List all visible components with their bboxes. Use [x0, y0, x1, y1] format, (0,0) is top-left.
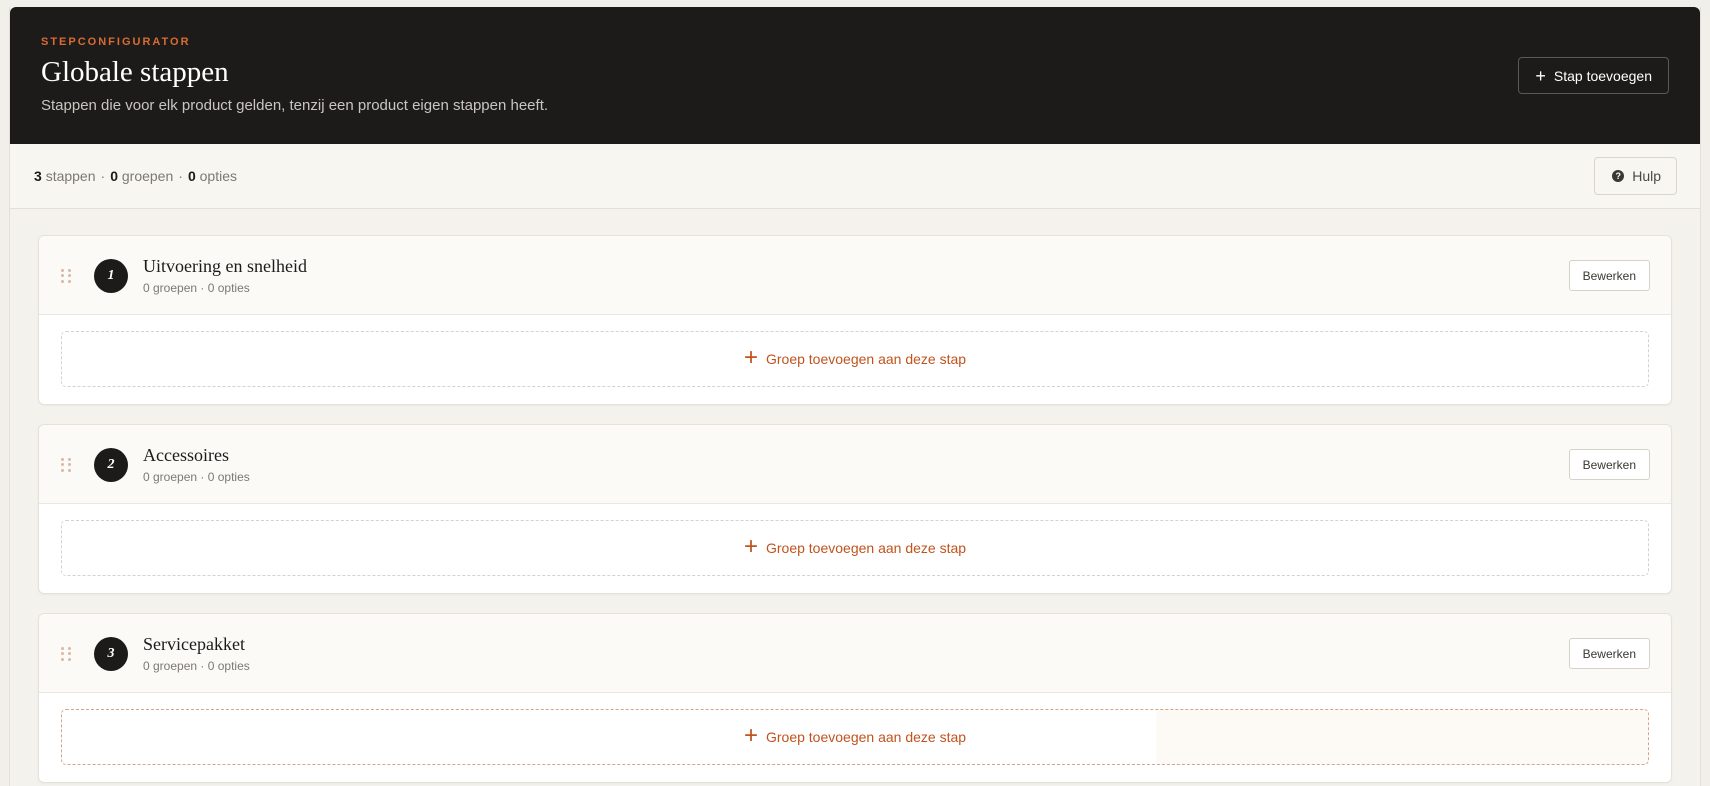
step-card: 3 Servicepakket 0 groepen · 0 opties Bew… [38, 613, 1672, 783]
add-group-label: Groep toevoegen aan deze stap [765, 729, 967, 745]
add-step-button[interactable]: + Stap toevoegen [1518, 57, 1669, 94]
step-title: Servicepakket [143, 634, 245, 654]
plus-icon: + [743, 344, 758, 371]
add-step-label: Stap toevoegen [1553, 67, 1652, 84]
stats-separator: · [100, 168, 106, 184]
step-number-badge: 1 [94, 259, 128, 293]
step-title: Accessoires [143, 445, 229, 465]
step-meta: 0 groepen · 0 opties [143, 281, 250, 295]
steps-list: 1 Uitvoering en snelheid 0 groepen · 0 o… [10, 209, 1700, 783]
help-label: Hulp [1632, 168, 1661, 184]
plus-icon: + [743, 533, 758, 560]
step-body: + Groep toevoegen aan deze stap [39, 315, 1671, 387]
step-body: + Groep toevoegen aan deze stap [39, 693, 1671, 765]
add-group-button[interactable]: + Groep toevoegen aan deze stap [61, 709, 1649, 765]
drag-handle-icon[interactable] [61, 269, 71, 283]
add-group-button[interactable]: + Groep toevoegen aan deze stap [61, 520, 1649, 576]
step-title: Uitvoering en snelheid [143, 256, 307, 276]
add-group-label: Groep toevoegen aan deze stap [765, 351, 967, 367]
help-button[interactable]: ? Hulp [1594, 157, 1677, 195]
page-subtitle: Stappen die voor elk product gelden, ten… [41, 97, 549, 114]
page-title: Globale stappen [41, 56, 229, 88]
stats-separator: · [178, 168, 183, 184]
step-number-badge: 2 [94, 448, 128, 482]
edit-step-button[interactable]: Bewerken [1568, 638, 1650, 669]
drag-handle-icon[interactable] [61, 647, 71, 661]
steps-count: 3 [34, 168, 42, 184]
page-header: STEPCONFIGURATOR Globale stappen Stappen… [10, 7, 1700, 144]
groups-count: 0 [110, 168, 118, 184]
edit-step-button[interactable]: Bewerken [1568, 449, 1650, 480]
options-count: 0 [187, 168, 196, 184]
add-group-button[interactable]: + Groep toevoegen aan deze stap [61, 331, 1649, 387]
edit-step-button[interactable]: Bewerken [1568, 260, 1650, 291]
step-card: 1 Uitvoering en snelheid 0 groepen · 0 o… [38, 235, 1672, 405]
groups-label: groepen [121, 168, 174, 184]
eyebrow-label: STEPCONFIGURATOR [41, 36, 191, 48]
options-label: opties [199, 168, 237, 184]
drag-handle-icon[interactable] [61, 458, 71, 472]
add-group-label: Groep toevoegen aan deze stap [765, 540, 967, 556]
app-window: STEPCONFIGURATOR Globale stappen Stappen… [9, 7, 1701, 786]
plus-icon: + [1535, 65, 1546, 86]
question-circle-icon: ? [1612, 170, 1625, 182]
step-header: 1 Uitvoering en snelheid 0 groepen · 0 o… [39, 236, 1671, 315]
step-header: 3 Servicepakket 0 groepen · 0 opties Bew… [39, 614, 1671, 693]
step-card: 2 Accessoires 0 groepen · 0 opties Bewer… [38, 424, 1672, 594]
steps-label: stappen [45, 168, 96, 184]
step-number-badge: 3 [94, 637, 128, 671]
step-body: + Groep toevoegen aan deze stap [39, 504, 1671, 576]
step-meta: 0 groepen · 0 opties [143, 470, 250, 484]
stats-bar: 3 stappen · 0 groepen · 0 opties ? Hulp [10, 144, 1700, 209]
step-meta: 0 groepen · 0 opties [143, 659, 250, 673]
plus-icon: + [743, 722, 758, 749]
step-header: 2 Accessoires 0 groepen · 0 opties Bewer… [39, 425, 1671, 504]
